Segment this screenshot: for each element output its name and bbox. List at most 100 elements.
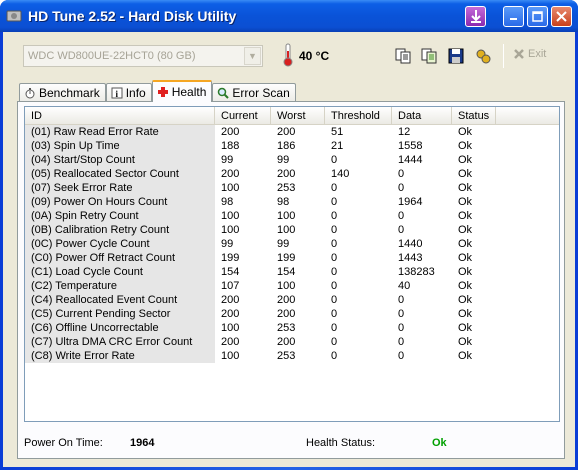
hard-disk-icon [6, 10, 22, 22]
thermometer-icon [283, 43, 293, 67]
cell-raw-data: 0 [398, 182, 405, 194]
cell-raw-data: 0 [398, 308, 405, 320]
cell-threshold-value: 51 [331, 126, 344, 138]
cell-worst-value: 199 [277, 252, 296, 264]
cell-threshold-value: 0 [331, 294, 338, 306]
power-on-time-value: 1964 [130, 437, 155, 449]
title-bar[interactable]: HD Tune 2.52 - Hard Disk Utility [0, 0, 578, 32]
table-row[interactable]: (0B) Calibration Retry Count 100 100 0 0 Ok [25, 223, 559, 237]
table-row[interactable]: (C4) Reallocated Event Count 200 200 0 0 Ok [25, 293, 559, 307]
cell-worst-value: 100 [277, 224, 296, 236]
cell-raw-data: 1964 [398, 196, 423, 208]
cell-status: Ok [458, 224, 473, 236]
down-arrow-icon [470, 10, 481, 23]
cell-status: Ok [458, 238, 473, 250]
cell-worst-value: 200 [277, 294, 296, 306]
cell-threshold-value: 0 [331, 210, 338, 222]
cell-status: Ok [458, 336, 473, 348]
tab-benchmark-label: Benchmark [39, 86, 100, 100]
cell-raw-data: 0 [398, 224, 405, 236]
table-header: ID Current Worst Threshold Data Status [25, 107, 559, 125]
table-row[interactable]: (C8) Write Error Rate 100 253 0 0 Ok [25, 349, 559, 363]
column-header-data[interactable]: Data [392, 107, 452, 125]
cell-worst-value: 100 [277, 210, 296, 222]
cell-current-value: 100 [221, 224, 240, 236]
exit-button[interactable]: Exit [513, 48, 546, 60]
maximize-button[interactable] [527, 5, 548, 27]
table-row[interactable]: (C0) Power Off Retract Count 199 199 0 1443 O… [25, 251, 559, 265]
table-row[interactable]: (C5) Current Pending Sector 200 200 0 0 Ok [25, 307, 559, 321]
cell-worst-value: 154 [277, 266, 296, 278]
cell-status: Ok [458, 126, 473, 138]
table-row[interactable]: (09) Power On Hours Count 98 98 0 1964 Ok [25, 195, 559, 209]
cell-status: Ok [458, 266, 473, 278]
table-row[interactable]: (01) Raw Read Error Rate 200 200 51 12 Ok [25, 125, 559, 139]
cell-attribute-id: (09) Power On Hours Count [25, 195, 215, 209]
cell-worst-value: 200 [277, 168, 296, 180]
table-row[interactable]: (C7) Ultra DMA CRC Error Count 200 200 0 0 Ok [25, 335, 559, 349]
options-icon[interactable] [474, 47, 492, 65]
cell-status: Ok [458, 252, 473, 264]
cell-worst-value: 98 [277, 196, 290, 208]
tab-info[interactable]: i Info [105, 83, 152, 102]
cell-status: Ok [458, 308, 473, 320]
tab-error-scan[interactable]: Error Scan [212, 83, 296, 102]
cell-worst-value: 186 [277, 140, 296, 152]
column-header-current[interactable]: Current [215, 107, 271, 125]
tab-health[interactable]: Health [151, 80, 213, 102]
close-icon [556, 10, 567, 22]
cell-threshold-value: 0 [331, 336, 338, 348]
minimize-button[interactable] [503, 5, 524, 27]
cell-attribute-id: (C6) Offline Uncorrectable [25, 321, 215, 335]
column-header-worst[interactable]: Worst [271, 107, 325, 125]
cell-current-value: 200 [221, 126, 240, 138]
tab-benchmark[interactable]: Benchmark [19, 83, 106, 102]
cell-attribute-id: (07) Seek Error Rate [25, 181, 215, 195]
cell-threshold-value: 140 [331, 168, 350, 180]
cell-worst-value: 253 [277, 350, 296, 362]
app-window: HD Tune 2.52 - Hard Disk Utility WDC WD8… [0, 0, 578, 470]
table-row[interactable]: (C6) Offline Uncorrectable 100 253 0 0 Ok [25, 321, 559, 335]
tab-info-label: Info [125, 86, 146, 100]
cell-attribute-id: (0A) Spin Retry Count [25, 209, 215, 223]
cell-threshold-value: 0 [331, 238, 338, 250]
table-row[interactable]: (C1) Load Cycle Count 154 154 0 138283 Ok [25, 265, 559, 279]
cell-worst-value: 200 [277, 336, 296, 348]
cell-attribute-id: (C7) Ultra DMA CRC Error Count [25, 335, 215, 349]
cell-raw-data: 40 [398, 280, 411, 292]
table-row[interactable]: (C2) Temperature 107 100 0 40 Ok [25, 279, 559, 293]
tab-strip: Benchmark i Info Health Error Scan [19, 80, 296, 102]
table-row[interactable]: (05) Reallocated Sector Count 200 200 140 0 O… [25, 167, 559, 181]
tab-error-scan-label: Error Scan [232, 86, 290, 100]
cell-raw-data: 1558 [398, 140, 423, 152]
smart-attributes-table[interactable]: ID Current Worst Threshold Data Status (… [24, 106, 560, 422]
health-status-value: Ok [432, 437, 447, 449]
cell-raw-data: 0 [398, 168, 405, 180]
stopwatch-icon [25, 88, 35, 99]
cell-current-value: 98 [221, 196, 234, 208]
column-header-threshold[interactable]: Threshold [325, 107, 392, 125]
column-header-status[interactable]: Status [452, 107, 496, 125]
cell-threshold-value: 0 [331, 350, 338, 362]
column-header-id[interactable]: ID [25, 107, 215, 125]
cell-current-value: 100 [221, 322, 240, 334]
cell-threshold-value: 21 [331, 140, 344, 152]
download-button[interactable] [465, 5, 486, 27]
table-row[interactable]: (03) Spin Up Time 188 186 21 1558 Ok [25, 139, 559, 153]
drive-select[interactable]: WDC WD800UE-22HCT0 (80 GB) ▼ [23, 45, 263, 67]
cell-worst-value: 99 [277, 154, 290, 166]
chevron-down-icon[interactable]: ▼ [244, 47, 261, 65]
table-row[interactable]: (07) Seek Error Rate 100 253 0 0 Ok [25, 181, 559, 195]
table-row[interactable]: (04) Start/Stop Count 99 99 0 1444 Ok [25, 153, 559, 167]
copy-icon[interactable] [394, 47, 412, 65]
copy-all-icon[interactable] [420, 47, 438, 65]
cell-attribute-id: (C0) Power Off Retract Count [25, 251, 215, 265]
toolbar-separator [503, 44, 504, 68]
save-icon[interactable] [447, 47, 465, 65]
table-row[interactable]: (0C) Power Cycle Count 99 99 0 1440 Ok [25, 237, 559, 251]
table-row[interactable]: (0A) Spin Retry Count 100 100 0 0 Ok [25, 209, 559, 223]
close-button[interactable] [551, 5, 572, 27]
cell-raw-data: 1444 [398, 154, 423, 166]
column-header-filler [496, 107, 559, 125]
cell-raw-data: 0 [398, 294, 405, 306]
